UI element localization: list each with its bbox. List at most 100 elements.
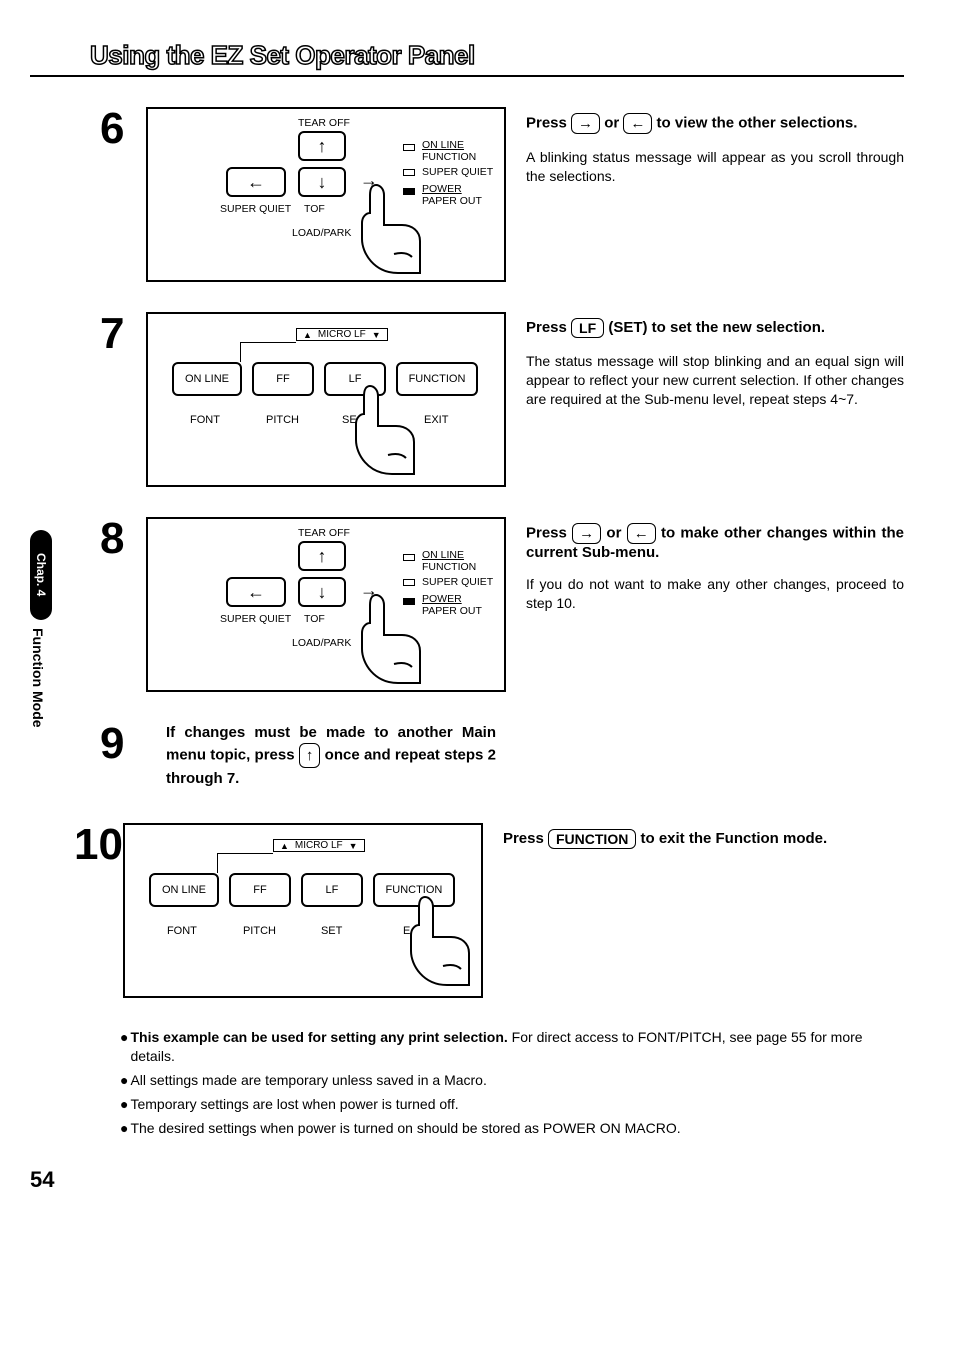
step8-explain: If you do not want to make any other cha…	[526, 575, 904, 613]
button-ff: FF	[252, 362, 314, 396]
step-9: 9 If changes must be made to another Mai…	[100, 722, 904, 789]
button-left: ←	[226, 577, 286, 607]
button-up: ↑	[298, 541, 346, 571]
panel-function-7: ▲ MICRO LF ▼ ON LINE FF LF FUNCTION FONT…	[146, 312, 506, 487]
down-arrow-icon: ↓	[318, 173, 327, 191]
title-underline	[30, 75, 904, 77]
step-number-8: 8	[100, 517, 146, 692]
led-superquiet	[403, 169, 415, 176]
button-online: ON LINE	[172, 362, 242, 396]
step7-intro: Press LF (SET) to set the new selection.	[526, 318, 904, 338]
side-tab: Chap. 4 Function Mode	[30, 530, 52, 810]
keycap-right: →	[571, 113, 600, 134]
label-loadpark: LOAD/PARK	[292, 637, 351, 649]
button-ff: FF	[229, 873, 291, 907]
label-pitch: PITCH	[266, 414, 299, 426]
panel-arrows-8: TEAR OFF ↑ ← ↓ → SUPER QUIET TOF LOAD/PA…	[146, 517, 506, 692]
micro-lf-box: ▲ MICRO LF ▼	[273, 839, 365, 852]
keycap-left: ←	[623, 113, 652, 134]
label-function: FUNCTION	[422, 561, 476, 573]
step6-explain: A blinking status message will appear as…	[526, 148, 904, 186]
label-tearoff: TEAR OFF	[298, 117, 350, 129]
led-online	[403, 144, 415, 151]
label-online: ON LINE	[422, 549, 464, 561]
label-pitch: PITCH	[243, 925, 276, 937]
label-led-superquiet: SUPER QUIET	[422, 576, 493, 588]
notes-list: ●This example can be used for setting an…	[120, 1028, 904, 1137]
tri-up-icon: ▲	[280, 841, 289, 851]
step-number-10: 10	[74, 823, 123, 998]
step-number-7: 7	[100, 312, 146, 487]
tri-down-icon: ▼	[349, 841, 358, 851]
keycap-right: →	[572, 523, 601, 544]
button-lf: LF	[301, 873, 363, 907]
step-6: 6 TEAR OFF ↑ ← ↓ → SUPER QUIET TOF LOAD/…	[100, 107, 904, 282]
chapter-label: Chap. 4	[34, 553, 48, 596]
note-4-text: The desired settings when power is turne…	[130, 1119, 680, 1138]
down-arrow-icon: ↓	[318, 583, 327, 601]
t: Press	[503, 830, 548, 847]
step6-intro: Press → or ← to view the other selection…	[526, 113, 904, 134]
label-paperout: PAPER OUT	[422, 195, 482, 207]
button-down: ↓	[298, 577, 346, 607]
line	[217, 853, 273, 854]
step10-intro: Press FUNCTION to exit the Function mode…	[503, 829, 904, 849]
t: Press	[526, 319, 571, 336]
tri-up-icon: ▲	[303, 330, 312, 340]
up-arrow-icon: ↑	[318, 137, 327, 155]
micro-lf-box: ▲ MICRO LF ▼	[296, 328, 388, 341]
note-3-text: Temporary settings are lost when power i…	[130, 1095, 458, 1114]
note-4: ●The desired settings when power is turn…	[120, 1119, 904, 1138]
finger-icon	[358, 589, 398, 669]
line	[240, 342, 296, 343]
micro-label: MICRO LF	[318, 329, 366, 340]
led-superquiet	[403, 579, 415, 586]
up-arrow-icon: ↑	[318, 547, 327, 565]
button-down: ↓	[298, 167, 346, 197]
t: (SET) to set the new selection.	[604, 319, 825, 336]
label-font: FONT	[190, 414, 220, 426]
label-online: ON LINE	[422, 139, 464, 151]
label-function: FUNCTION	[422, 151, 476, 163]
keycap-left: ←	[627, 523, 656, 544]
chapter-pill: Chap. 4	[30, 530, 52, 620]
finger-icon	[358, 179, 398, 259]
button-left: ←	[226, 167, 286, 197]
finger-icon	[352, 380, 392, 460]
line	[217, 853, 218, 873]
keycap-function: FUNCTION	[548, 829, 636, 849]
tri-down-icon: ▼	[372, 330, 381, 340]
step-number-6: 6	[100, 107, 146, 282]
t: to view the other selections.	[652, 114, 857, 131]
label-tof: TOF	[304, 613, 325, 625]
finger-icon	[407, 891, 447, 971]
label-led-superquiet: SUPER QUIET	[422, 166, 493, 178]
left-arrow-icon: ←	[247, 173, 265, 191]
note-1-bold: This example can be used for setting any…	[130, 1029, 507, 1045]
step-8: 8 TEAR OFF ↑ ← ↓ → SUPER QUIET TOF LOAD/…	[100, 517, 904, 692]
label-superquiet: SUPER QUIET	[220, 613, 291, 625]
note-1: ●This example can be used for setting an…	[120, 1028, 904, 1066]
keycap-lf: LF	[571, 318, 604, 338]
keycap-up: ↑	[299, 743, 321, 768]
t: or	[600, 114, 623, 131]
button-up: ↑	[298, 131, 346, 161]
step9-text: If changes must be made to another Main …	[166, 722, 496, 789]
step8-intro: Press → or ← to make other changes withi…	[526, 523, 904, 561]
label-superquiet: SUPER QUIET	[220, 203, 291, 215]
panel-arrows-6: TEAR OFF ↑ ← ↓ → SUPER QUIET TOF LOAD/PA…	[146, 107, 506, 282]
step7-explain: The status message will stop blinking an…	[526, 352, 904, 409]
step-10: 10 ▲ MICRO LF ▼ ON LINE FF LF FUNCTION F…	[74, 823, 904, 998]
note-2-text: All settings made are temporary unless s…	[130, 1071, 486, 1090]
note-3: ●Temporary settings are lost when power …	[120, 1095, 904, 1114]
left-arrow-icon: ←	[247, 583, 265, 601]
t: Press	[526, 114, 571, 131]
led-online	[403, 554, 415, 561]
t: to exit the Function mode.	[636, 830, 827, 847]
label-tearoff: TEAR OFF	[298, 527, 350, 539]
micro-label: MICRO LF	[295, 840, 343, 851]
step-number-9: 9	[100, 722, 146, 766]
page-title: Using the EZ Set Operator Panel	[90, 40, 475, 71]
line	[240, 342, 241, 362]
section-label: Function Mode	[30, 628, 46, 728]
